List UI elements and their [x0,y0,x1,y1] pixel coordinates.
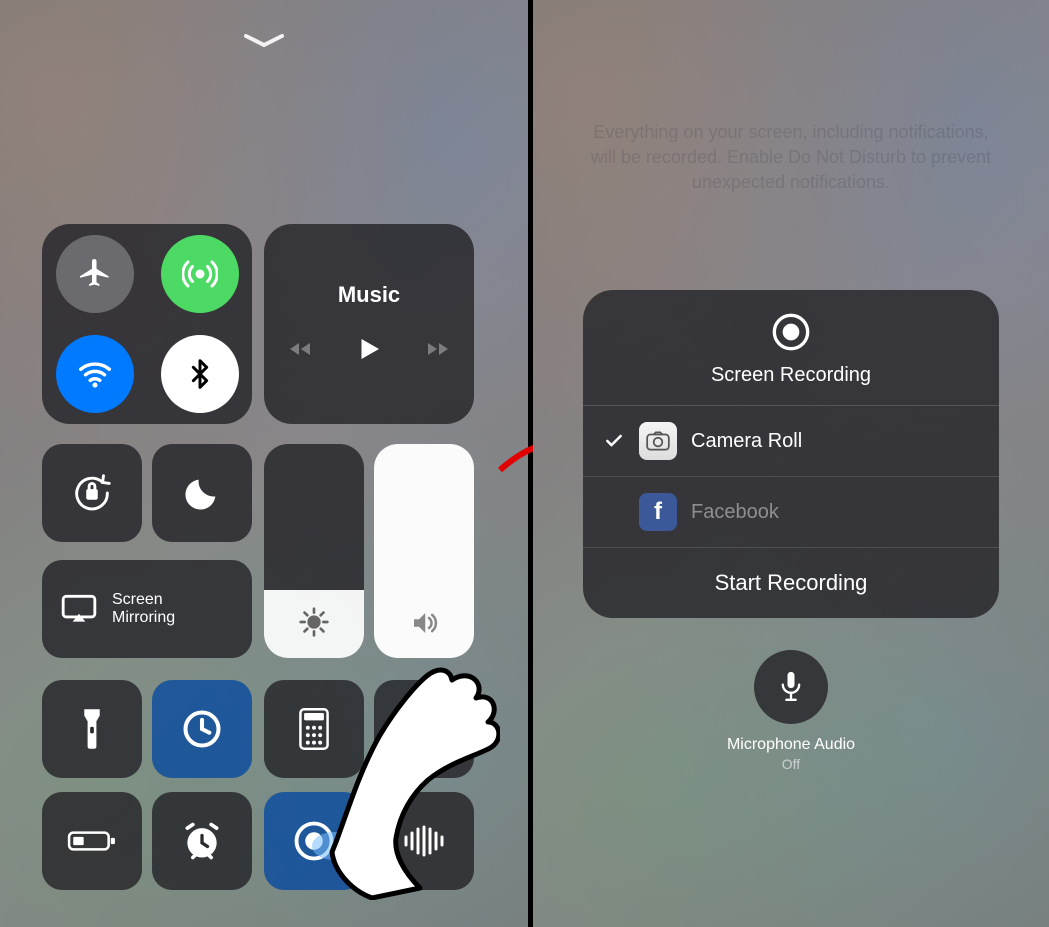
mic-status: Off [727,756,855,772]
low-power-mode-button[interactable] [42,792,142,890]
camera-icon [403,712,445,746]
flashlight-button[interactable] [42,680,142,778]
recording-warning-text: Everything on your screen, including not… [585,120,998,196]
airplane-mode-button[interactable] [56,235,134,313]
orientation-lock-button[interactable] [42,444,142,542]
cellular-data-button[interactable] [161,235,239,313]
antenna-icon [182,256,218,292]
chevron-down-icon[interactable] [242,32,286,50]
volume-slider[interactable] [374,444,474,658]
option-label: Camera Roll [691,430,802,453]
alarm-clock-icon [180,819,224,863]
microphone-icon [777,669,805,705]
mirroring-label-2: Mirroring [112,609,175,627]
mirroring-label-1: Screen [112,591,175,609]
battery-icon [67,827,117,855]
screen-recording-sheet-panel: Everything on your screen, including not… [533,0,1049,927]
airplay-icon [60,593,98,625]
record-icon [771,312,811,352]
calculator-button[interactable] [264,680,364,778]
orientation-lock-icon [69,470,115,516]
microphone-caption: Microphone Audio Off [727,736,855,772]
start-recording-button[interactable]: Start Recording [583,548,999,618]
facebook-app-icon: f [639,493,677,531]
photos-app-icon [639,422,677,460]
next-track-icon[interactable] [424,337,452,361]
timer-icon [180,707,224,751]
bluetooth-icon [184,355,216,393]
connectivity-group [42,224,252,424]
camera-button[interactable] [374,680,474,778]
volume-icon [407,608,441,638]
sheet-title: Screen Recording [711,364,871,387]
destination-option-camera-roll[interactable]: Camera Roll [583,406,999,477]
control-center-panel: Music Screen Mirroring [0,0,528,927]
checkmark-icon [603,431,625,451]
option-label: Facebook [691,501,779,524]
screen-recording-sheet: Screen Recording Camera Roll f Facebook … [583,290,999,618]
bluetooth-button[interactable] [161,335,239,413]
start-recording-label: Start Recording [715,570,868,596]
music-widget[interactable]: Music [264,224,474,424]
timer-button[interactable] [152,680,252,778]
waveform-icon [402,825,446,857]
previous-track-icon[interactable] [286,337,314,361]
brightness-icon [298,606,330,638]
calculator-icon [299,708,329,750]
destination-option-facebook[interactable]: f Facebook [583,477,999,548]
alarm-button[interactable] [152,792,252,890]
brightness-slider[interactable] [264,444,364,658]
screen-mirroring-button[interactable]: Screen Mirroring [42,560,252,658]
mic-label: Microphone Audio [727,736,855,754]
wifi-icon [76,355,114,393]
record-icon [293,820,335,862]
moon-icon [182,473,222,513]
wifi-button[interactable] [56,335,134,413]
airplane-icon [77,256,113,292]
music-title: Music [338,282,400,308]
screen-recording-button[interactable] [264,792,364,890]
voice-memo-button[interactable] [374,792,474,890]
flashlight-icon [81,707,103,751]
do-not-disturb-button[interactable] [152,444,252,542]
microphone-toggle-button[interactable] [754,650,828,724]
play-icon[interactable] [354,332,384,366]
